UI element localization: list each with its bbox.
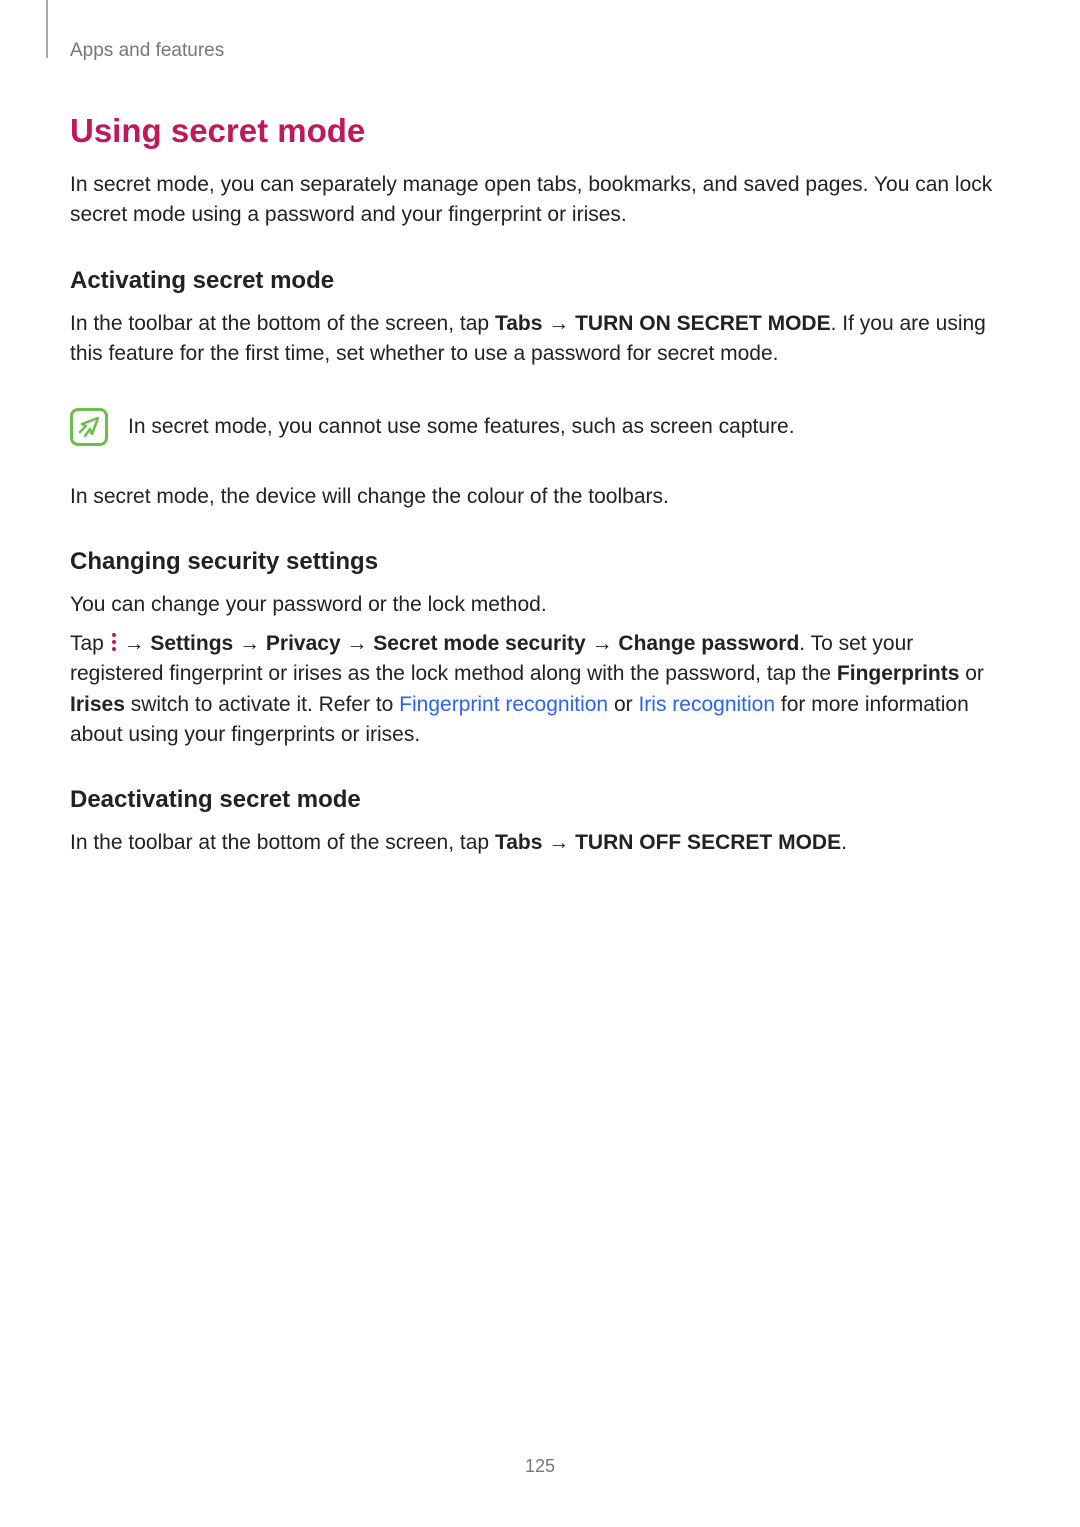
section1-paragraph1: In the toolbar at the bottom of the scre… (70, 309, 1010, 370)
note-text: In secret mode, you cannot use some feat… (128, 406, 795, 442)
settings-label: Settings (150, 632, 233, 655)
arrow: → (118, 632, 151, 655)
section2-tap-instructions: Tap → Settings → Privacy → Secret mode s… (70, 629, 1010, 751)
breadcrumb: Apps and features (70, 40, 1010, 62)
turn-on-secret-mode-label: TURN ON SECRET MODE (575, 312, 831, 335)
fingerprint-recognition-link[interactable]: Fingerprint recognition (399, 693, 608, 716)
page-edge-mark (46, 0, 48, 58)
arrow: → (341, 632, 374, 655)
arrow: → (233, 632, 266, 655)
privacy-label: Privacy (266, 632, 341, 655)
arrow: → (542, 312, 575, 335)
note-callout: In secret mode, you cannot use some feat… (70, 406, 1010, 446)
arrow: → (542, 831, 575, 854)
note-icon (70, 408, 108, 446)
fingerprints-label: Fingerprints (837, 662, 960, 685)
section1-paragraph2: In secret mode, the device will change t… (70, 482, 1010, 512)
text: . (841, 831, 847, 854)
section-changing-heading: Changing security settings (70, 548, 1010, 576)
section2-paragraph1: You can change your password or the lock… (70, 590, 1010, 620)
section-activating-heading: Activating secret mode (70, 267, 1010, 295)
arrow: → (586, 632, 619, 655)
section3-paragraph1: In the toolbar at the bottom of the scre… (70, 828, 1010, 858)
text: In the toolbar at the bottom of the scre… (70, 312, 495, 335)
text: or (959, 662, 984, 685)
intro-paragraph: In secret mode, you can separately manag… (70, 170, 1010, 231)
secret-mode-security-label: Secret mode security (373, 632, 585, 655)
text: Tap (70, 632, 110, 655)
text: switch to activate it. Refer to (125, 693, 399, 716)
turn-off-secret-mode-label: TURN OFF SECRET MODE (575, 831, 841, 854)
iris-recognition-link[interactable]: Iris recognition (638, 693, 775, 716)
more-options-icon (112, 633, 116, 651)
text: In the toolbar at the bottom of the scre… (70, 831, 495, 854)
page-number: 125 (0, 1456, 1080, 1477)
page-content: Apps and features Using secret mode In s… (0, 0, 1080, 859)
page-title: Using secret mode (70, 112, 1010, 150)
irises-label: Irises (70, 693, 125, 716)
tabs-label: Tabs (495, 831, 542, 854)
section-deactivating-heading: Deactivating secret mode (70, 786, 1010, 814)
change-password-label: Change password (618, 632, 799, 655)
tabs-label: Tabs (495, 312, 542, 335)
text: or (608, 693, 638, 716)
